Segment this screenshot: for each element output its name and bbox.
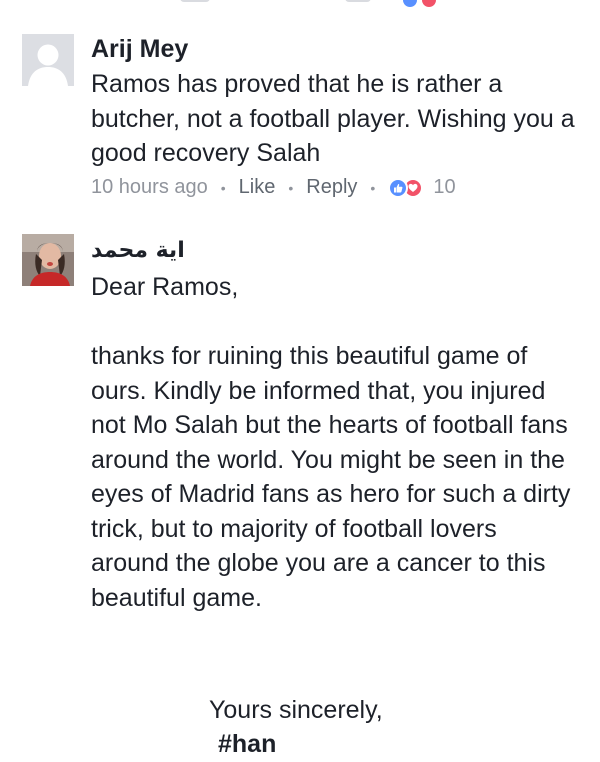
comment-timestamp[interactable]: 10 hours ago	[91, 176, 208, 199]
comment-hashtag[interactable]: #han	[218, 727, 276, 762]
comment-text: thanks for ruining this beautiful game o…	[91, 342, 571, 612]
comment-meta: 10 hours ago • Like • Reply • 10	[91, 173, 581, 203]
separator-dot: •	[220, 179, 226, 196]
comment-signoff: Yours sincerely,	[209, 696, 383, 724]
comment-author[interactable]: اية محمد	[91, 236, 185, 266]
faint-text-fragment	[345, 0, 371, 2]
default-avatar-icon[interactable]	[22, 34, 74, 86]
default-avatar-icon	[22, 34, 74, 86]
separator-dot: •	[370, 179, 376, 196]
comment: Arij Mey Ramos has proved that he is rat…	[0, 34, 600, 214]
comment-author[interactable]: Arij Mey	[91, 34, 581, 64]
like-button[interactable]: Like	[239, 176, 276, 199]
reaction-count: 10	[433, 176, 456, 198]
previous-comment-meta-strip	[0, 0, 600, 14]
separator-dot: •	[288, 179, 294, 196]
profile-photo-icon	[22, 234, 74, 286]
faint-text-fragment	[180, 0, 210, 2]
profile-photo-avatar[interactable]	[22, 234, 74, 286]
comment-text: Ramos has proved that he is rather a but…	[91, 70, 575, 167]
reactions-summary[interactable]: 10	[388, 176, 456, 199]
reply-button[interactable]: Reply	[306, 176, 357, 199]
like-reaction-icon	[388, 177, 409, 198]
like-reaction-icon	[403, 0, 417, 7]
comment: اية محمد Dear Ramos, thanks for ruining …	[0, 234, 600, 761]
comment-greeting: Dear Ramos,	[91, 273, 239, 301]
love-reaction-icon	[422, 0, 436, 7]
